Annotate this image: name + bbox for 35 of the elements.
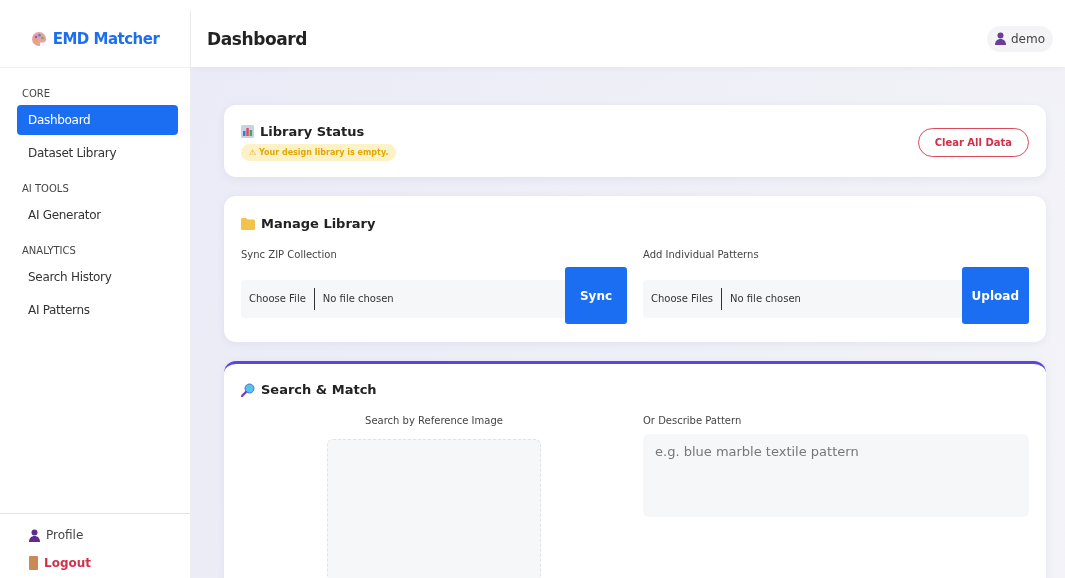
card-title: Search & Match [261,382,377,397]
field-label: Add Individual Patterns [643,249,760,260]
nav-item[interactable]: Profile [29,528,190,542]
brand-name: EMD Matcher [52,29,160,48]
upload-button[interactable]: Upload [961,267,1029,324]
empty-library-alert: ⚠ Your design library is empty. [241,144,397,161]
nav-section-heading: CORE [22,88,52,99]
field-label: Sync ZIP Collection [241,249,338,260]
door-icon [29,556,38,570]
nav-section-heading: ANALYTICS [22,245,77,256]
card-title: Library Status [260,124,365,139]
upload-button[interactable]: Sync [565,267,627,324]
nav-item[interactable]: Dataset Library [17,138,178,168]
pattern-description-field[interactable]: e.g. blue marble textile pattern [643,434,1029,517]
image-drop-zone[interactable] [327,439,541,578]
person-icon [994,32,1006,45]
file-input[interactable]: Choose File No file chosen [241,279,565,318]
nav-item[interactable]: Logout [29,556,190,570]
nav-item[interactable]: AI Generator [17,200,178,230]
magnifier-icon [241,382,255,397]
field-label: Or Describe Pattern [643,415,743,426]
nav-item[interactable]: Search History [17,262,178,292]
bar-chart-icon [241,125,254,138]
file-input[interactable]: Choose Files No file chosen [643,279,962,318]
card-title: Manage Library [261,216,376,231]
page-title: Dashboard [207,28,308,49]
nav-section-heading: AI TOOLS [22,183,70,194]
user-menu-button[interactable]: demo [986,25,1053,52]
clear-all-data-button[interactable]: Clear All Data [917,128,1029,157]
palette-icon [30,30,47,47]
nav-item[interactable]: Dashboard [17,105,178,135]
nav-item[interactable]: AI Patterns [17,295,178,325]
field-label: Search by Reference Image [365,415,503,426]
folder-icon [241,217,255,230]
person-icon [29,528,40,542]
